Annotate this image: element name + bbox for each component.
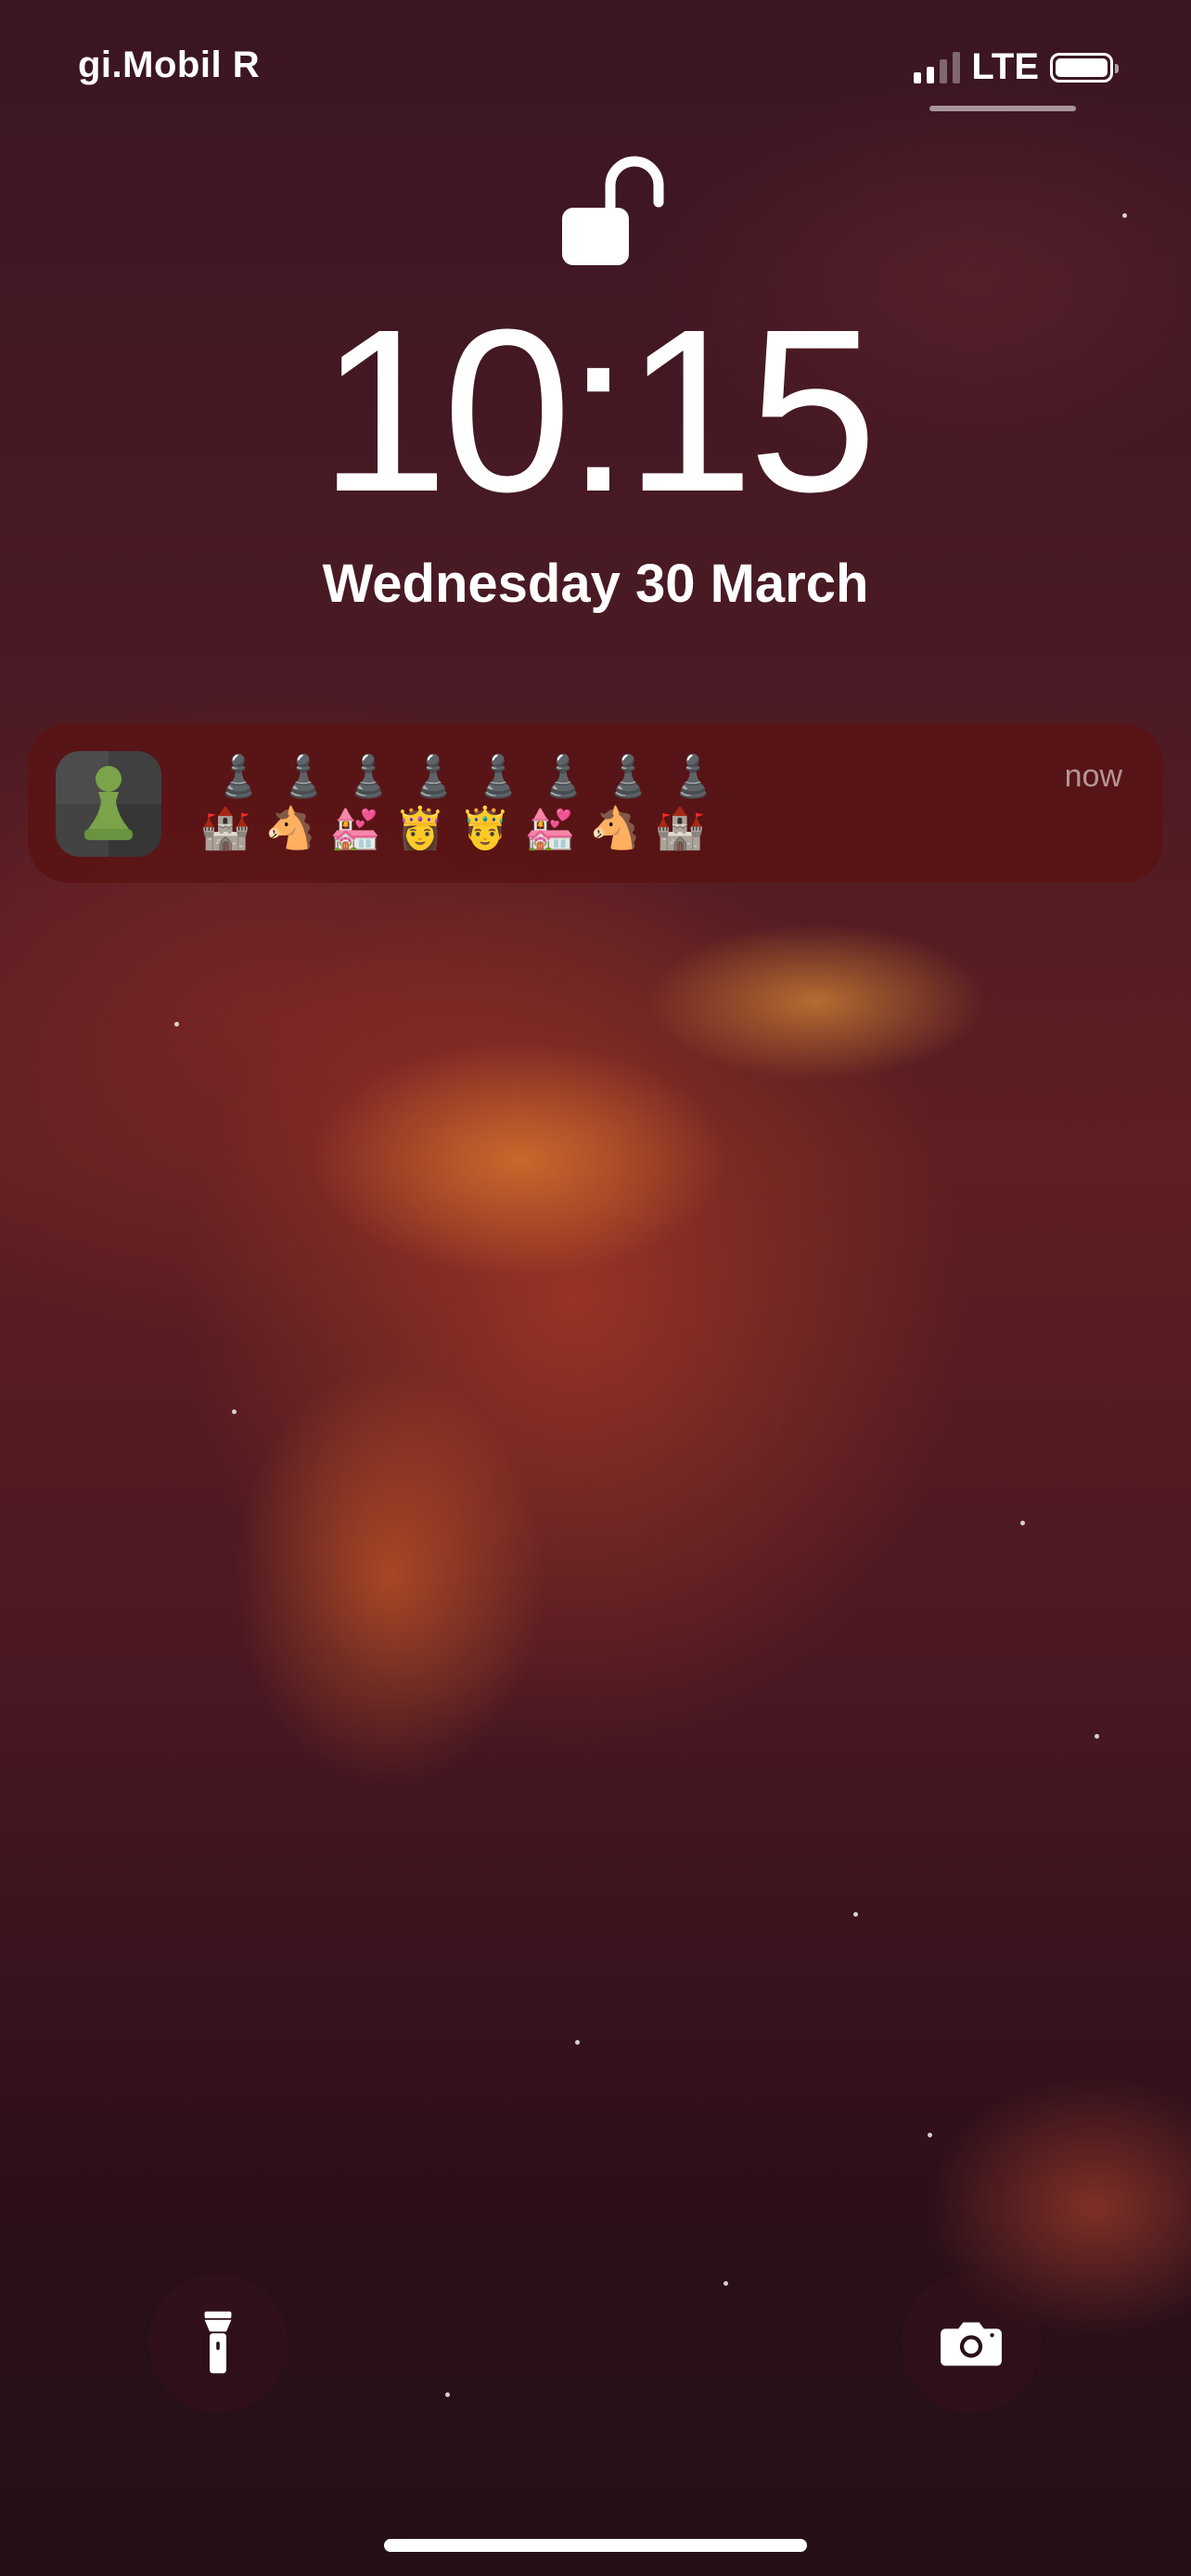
network-type: LTE — [971, 46, 1039, 87]
cellular-signal-icon — [914, 51, 961, 83]
emoji-castle: 🏰 — [654, 806, 706, 851]
camera-icon — [941, 2322, 1002, 2366]
emoji-wedding-chapel: 💒 — [329, 806, 381, 851]
unlocked-padlock-icon — [562, 156, 664, 265]
control-center-indicator[interactable] — [929, 106, 1076, 111]
emoji-pawn: ♟️ — [472, 754, 524, 799]
home-indicator[interactable] — [384, 2539, 807, 2552]
notification-line-pawns: ♟️ ♟️ ♟️ ♟️ ♟️ ♟️ ♟️ ♟️ — [193, 751, 805, 803]
emoji-pawn: ♟️ — [277, 754, 329, 799]
emoji-pawn: ♟️ — [602, 754, 654, 799]
notification-card[interactable]: ♟️ ♟️ ♟️ ♟️ ♟️ ♟️ ♟️ ♟️ 🏰 🐴 💒 👸 🤴 💒 🐴 🏰 … — [28, 723, 1163, 883]
emoji-prince: 🤴 — [459, 806, 511, 851]
emoji-wedding-chapel: 💒 — [524, 806, 576, 851]
emoji-pawn: ♟️ — [537, 754, 589, 799]
emoji-pawn: ♟️ — [342, 754, 394, 799]
emoji-pawn: ♟️ — [407, 754, 459, 799]
chess-app-icon — [56, 751, 161, 857]
flashlight-icon — [204, 2311, 232, 2374]
camera-button[interactable] — [902, 2274, 1041, 2413]
emoji-princess: 👸 — [394, 806, 446, 851]
notification-line-pieces: 🏰 🐴 💒 👸 🤴 💒 🐴 🏰 — [193, 803, 805, 855]
carrier-name: gi.Mobil R — [78, 45, 261, 85]
emoji-castle: 🏰 — [199, 806, 251, 851]
battery-icon — [1050, 52, 1119, 83]
lock-screen-time: 10:15 — [319, 281, 877, 540]
lock-screen: gi.Mobil R LTE 10:15 Wednesday 30 March — [0, 0, 1191, 2576]
emoji-pawn: ♟️ — [212, 754, 264, 799]
flashlight-button[interactable] — [148, 2274, 288, 2413]
emoji-horse: 🐴 — [589, 806, 641, 851]
lock-screen-date: Wednesday 30 March — [322, 554, 869, 614]
chess-pawn-icon — [84, 766, 133, 840]
status-indicators: LTE — [914, 46, 1119, 88]
notification-message: ♟️ ♟️ ♟️ ♟️ ♟️ ♟️ ♟️ ♟️ 🏰 🐴 💒 👸 🤴 💒 🐴 🏰 — [193, 751, 805, 855]
emoji-horse: 🐴 — [264, 806, 316, 851]
emoji-pawn: ♟️ — [667, 754, 719, 799]
notification-time: now — [1064, 759, 1122, 794]
